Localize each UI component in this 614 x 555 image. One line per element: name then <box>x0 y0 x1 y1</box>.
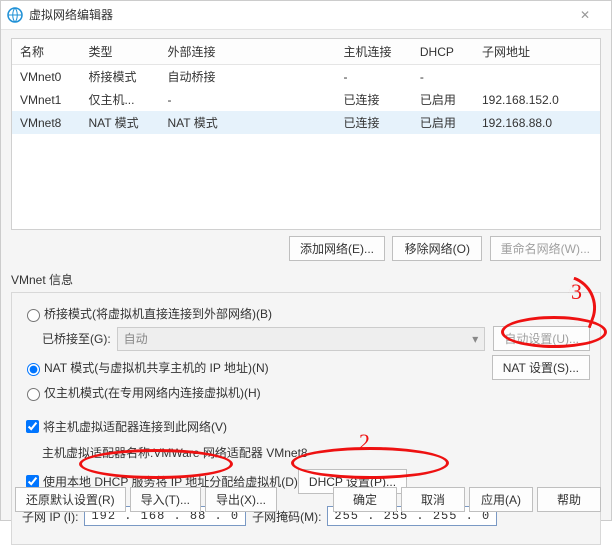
export-button[interactable]: 导出(X)... <box>205 487 277 512</box>
import-button[interactable]: 导入(T)... <box>130 487 201 512</box>
add-network-button[interactable]: 添加网络(E)... <box>289 236 385 261</box>
window-title: 虚拟网络编辑器 <box>29 1 565 29</box>
col-host[interactable]: 主机连接 <box>336 39 412 65</box>
apply-button[interactable]: 应用(A) <box>469 487 533 512</box>
network-buttons: 添加网络(E)... 移除网络(O) 重命名网络(W)... <box>11 236 601 261</box>
col-name[interactable]: 名称 <box>12 39 80 65</box>
radio-bridge-row: 桥接模式(将虚拟机直接连接到外部网络)(B) <box>22 305 590 322</box>
radio-hostonly-row: 仅主机模式(在专用网络内连接虚拟机)(H) <box>22 384 590 401</box>
help-button[interactable]: 帮助 <box>537 487 601 512</box>
table-row[interactable]: VMnet8NAT 模式NAT 模式已连接已启用192.168.88.0 <box>12 111 600 134</box>
auto-settings-button: 自动设置(U)... <box>493 326 590 351</box>
table-row[interactable]: VMnet0桥接模式自动桥接-- <box>12 65 600 89</box>
table-row[interactable]: VMnet1仅主机...-已连接已启用192.168.152.0 <box>12 88 600 111</box>
adapter-name-label: 主机虚拟适配器名称: <box>42 444 153 461</box>
col-ext[interactable]: 外部连接 <box>160 39 336 65</box>
cancel-button[interactable]: 取消 <box>401 487 465 512</box>
bridge-select: 自动▾ <box>117 327 486 351</box>
radio-bridge[interactable] <box>27 309 40 322</box>
nat-settings-button[interactable]: NAT 设置(S)... <box>492 355 590 380</box>
close-icon[interactable]: ✕ <box>565 1 605 29</box>
col-subnet[interactable]: 子网地址 <box>474 39 600 65</box>
radio-hostonly[interactable] <box>27 388 40 401</box>
radio-bridge-label: 桥接模式(将虚拟机直接连接到外部网络)(B) <box>44 305 272 322</box>
content: 名称 类型 外部连接 主机连接 DHCP 子网地址 VMnet0桥接模式自动桥接… <box>1 30 611 555</box>
col-dhcp[interactable]: DHCP <box>412 39 474 65</box>
radio-nat[interactable] <box>27 363 40 376</box>
titlebar: 虚拟网络编辑器 ✕ <box>1 1 611 30</box>
rename-network-button: 重命名网络(W)... <box>490 236 601 261</box>
host-adapter-label: 将主机虚拟适配器连接到此网络(V) <box>43 418 227 435</box>
radio-nat-label: NAT 模式(与虚拟机共享主机的 IP 地址)(N) <box>44 359 484 376</box>
restore-defaults-button[interactable]: 还原默认设置(R) <box>15 487 126 512</box>
host-adapter-checkbox[interactable] <box>26 420 39 433</box>
network-table: 名称 类型 外部连接 主机连接 DHCP 子网地址 VMnet0桥接模式自动桥接… <box>11 38 601 230</box>
bridge-to-row: 已桥接至(G): 自动▾ 自动设置(U)... <box>42 326 590 351</box>
col-type[interactable]: 类型 <box>80 39 159 65</box>
remove-network-button[interactable]: 移除网络(O) <box>392 236 482 261</box>
radio-hostonly-label: 仅主机模式(在专用网络内连接虚拟机)(H) <box>44 384 261 401</box>
table-header: 名称 类型 外部连接 主机连接 DHCP 子网地址 <box>12 39 600 65</box>
host-adapter-check-row[interactable]: 将主机虚拟适配器连接到此网络(V) <box>22 417 227 436</box>
bridge-to-label: 已桥接至(G): <box>42 330 111 347</box>
radio-nat-row: NAT 模式(与虚拟机共享主机的 IP 地址)(N) NAT 设置(S)... <box>22 355 590 380</box>
window: 虚拟网络编辑器 ✕ 名称 类型 外部连接 主机连接 DHCP 子网地址 VMne… <box>0 0 612 521</box>
host-adapter-name-row: 主机虚拟适配器名称: VMWare 网络适配器 VMnet8 <box>42 444 590 461</box>
adapter-name-value: VMWare 网络适配器 VMnet8 <box>153 444 307 461</box>
globe-icon <box>7 7 23 23</box>
group-title: VMnet 信息 <box>11 271 601 288</box>
footer: 还原默认设置(R) 导入(T)... 导出(X)... 确定 取消 应用(A) … <box>1 479 611 520</box>
ok-button[interactable]: 确定 <box>333 487 397 512</box>
